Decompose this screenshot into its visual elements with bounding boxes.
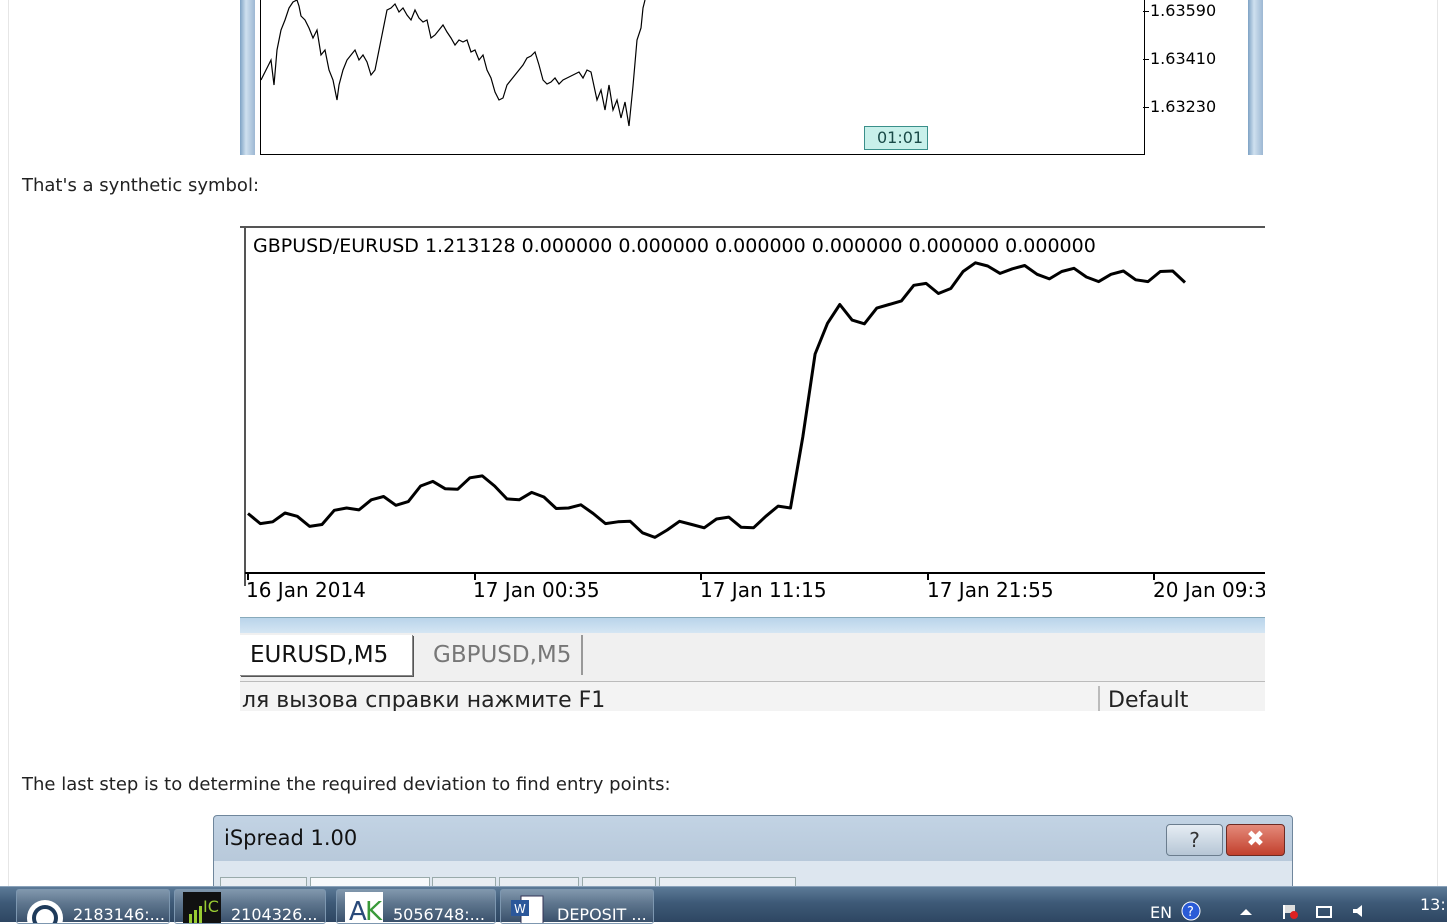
x-tick-label: 17 Jan 11:15 [700,578,827,602]
chart-right-edge [1248,0,1263,155]
status-profile: Default [1108,688,1189,711]
price-tick [1143,59,1149,60]
price-tick [1143,107,1149,108]
network-icon[interactable] [1314,901,1334,921]
crosshair-time-badge: 01:01 [864,126,929,150]
taskbar-label: DEPOSIT ... [557,905,647,924]
svg-text:IC: IC [203,897,219,916]
tab-eurusd-m5[interactable]: EURUSD,M5 [240,635,413,676]
chart2-line-svg [247,261,1187,539]
chart1-line-svg [260,0,646,127]
taskbar-label: 5056748:... [393,905,485,924]
help-circle-icon[interactable]: ? [1181,901,1201,921]
tab-gbpusd-m5[interactable]: GBPUSD,M5 [423,635,584,675]
status-help-text: ля вызова справки нажмите F1 [242,688,606,711]
action-center-flag-icon[interactable] [1280,901,1300,921]
show-hidden-icons-icon[interactable] [1236,901,1256,921]
taskbar-button[interactable]: 2183146:... [16,889,170,924]
caption-synthetic: That's a synthetic symbol: [22,175,260,196]
series-line [247,261,1187,539]
taskbar-button[interactable]: IC 2104326... [174,889,326,924]
chart1-price-line [260,0,646,127]
price-label: 1.63230 [1150,97,1217,116]
chart-left-edge [240,0,255,155]
ic-markets-icon: IC [183,892,221,923]
svg-text:W: W [514,902,526,916]
taskbar-label: 2183146:... [73,905,165,924]
status-bar: ля вызова справки нажмите F1 Default [240,682,1265,711]
chart2-scrollbar[interactable] [240,617,1265,634]
price-tick [1143,11,1149,12]
taskbar-button[interactable]: A K 5056748:... [336,889,496,924]
taskbar-label: 2104326... [231,905,318,924]
page-border-left [8,0,9,921]
taskbar-clock[interactable]: 13: [1420,895,1446,914]
synthetic-symbol-chart[interactable]: GBPUSD/EURUSD 1.213128 0.000000 0.000000… [240,216,1265,711]
chart1-plot-area [260,0,1145,155]
circle-app-icon [27,900,63,923]
taskbar-button[interactable]: W DEPOSIT ... [500,889,654,924]
close-button[interactable]: ✖ [1226,824,1285,856]
ak-app-icon: A K [345,892,383,924]
chart-tab-bar: EURUSD,M5 GBPUSD,M5 [240,633,1265,682]
volume-icon[interactable] [1350,901,1370,921]
word-document-icon: W [511,895,544,923]
price-label: 1.63590 [1150,1,1217,20]
x-tick-label: 17 Jan 00:35 [473,578,600,602]
x-tick-label: 20 Jan 09:3 [1153,578,1265,602]
page-border-right [1437,0,1438,921]
caption-last-step: The last step is to determine the requir… [22,774,671,795]
dialog-title: iSpread 1.00 [224,826,358,850]
svg-text:?: ? [1187,905,1194,920]
x-tick-label: 16 Jan 2014 [246,578,366,602]
x-tick-label: 17 Jan 21:55 [927,578,1054,602]
help-button[interactable]: ? [1166,824,1223,856]
x-axis-line [245,572,1265,574]
language-indicator[interactable]: EN [1150,903,1172,922]
price-label: 1.63410 [1150,49,1217,68]
svg-text:K: K [365,897,383,924]
windows-taskbar: 2183146:... IC 2104326... A K 5056748:..… [0,886,1447,924]
status-separator [1098,686,1100,711]
